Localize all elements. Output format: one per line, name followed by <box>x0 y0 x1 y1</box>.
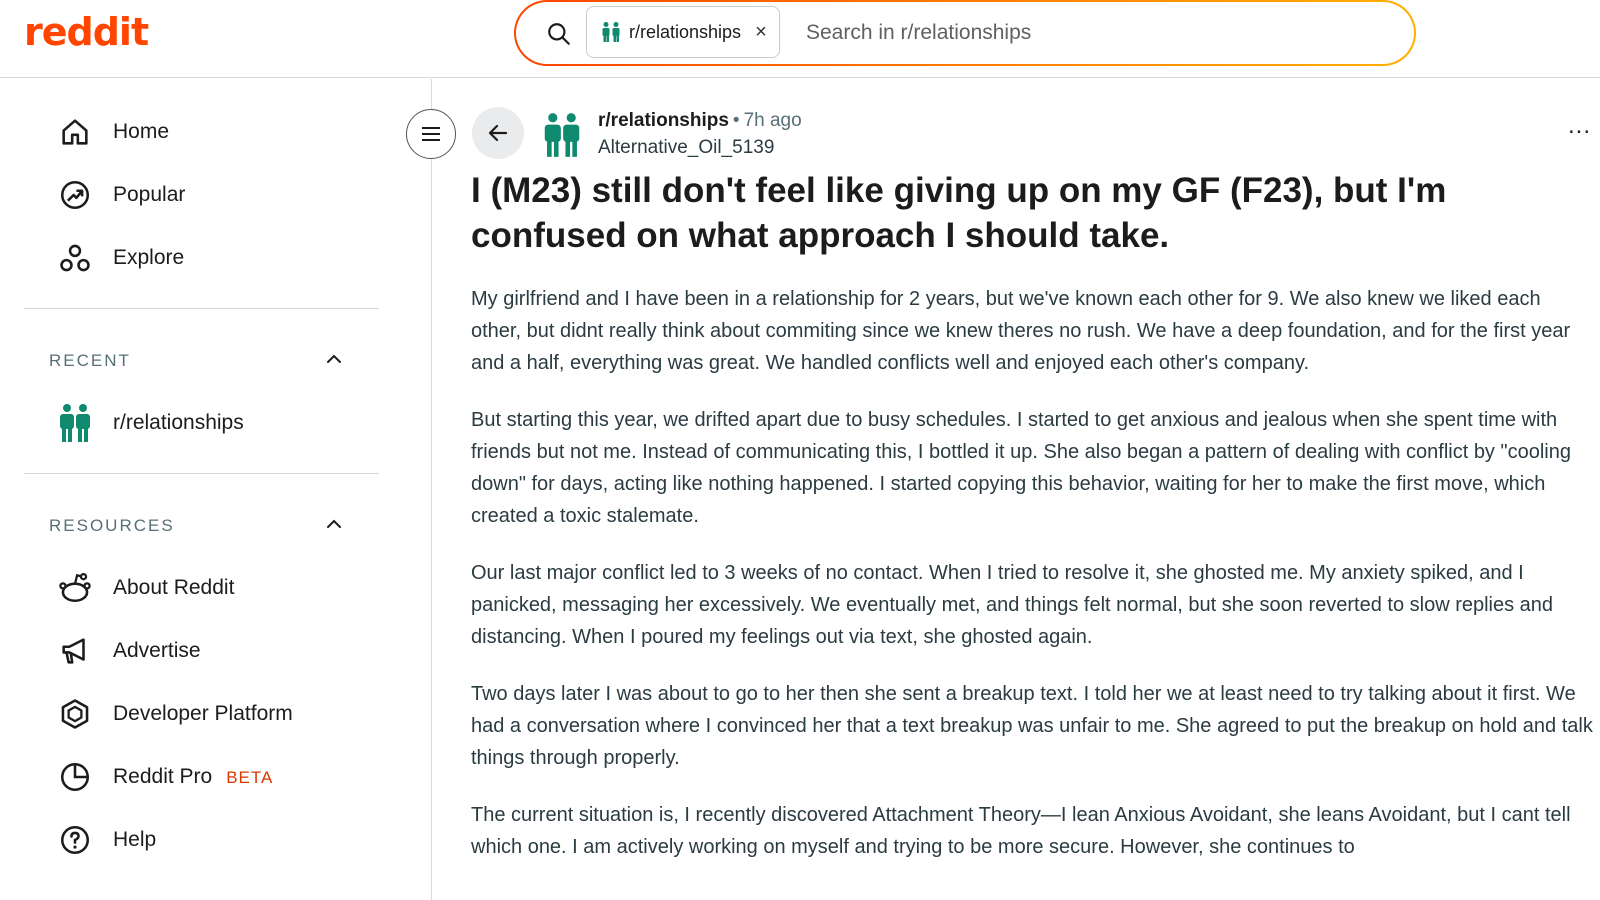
resources-section-title: RESOURCES <box>49 516 175 535</box>
post-paragraph: My girlfriend and I have been in a relat… <box>471 288 1571 374</box>
post-paragraph: The current situation is, I recently dis… <box>471 804 1571 858</box>
left-sidebar: Home Popular Explore RECENT r/relationsh… <box>0 79 432 900</box>
home-icon <box>62 119 88 145</box>
chevron-up-icon[interactable] <box>322 347 346 371</box>
sidebar-item-label: Help <box>113 828 157 851</box>
search-scope-chip[interactable]: r/relationships × <box>586 6 780 58</box>
post-paragraph: Our last major conflict led to 3 weeks o… <box>471 562 1554 648</box>
post-time: 7h ago <box>743 110 802 131</box>
pro-icon <box>60 762 90 792</box>
sidebar-item-label: Home <box>113 120 170 143</box>
sidebar-item-advertise[interactable]: Advertise <box>0 621 380 681</box>
top-header: reddit r/relationships × <box>0 0 1600 78</box>
megaphone-icon <box>62 638 85 664</box>
search-bar[interactable]: r/relationships × <box>514 0 1416 66</box>
post-body: My girlfriend and I have been in a relat… <box>471 283 1596 888</box>
reddit-alien-icon <box>59 572 91 603</box>
developer-icon <box>61 699 89 729</box>
post-meta: r/relationships • 7h ago <box>598 110 802 132</box>
sidebar-item-label: Advertise <box>113 639 201 662</box>
recent-section-title: RECENT <box>49 351 131 370</box>
post-title: I (M23) still don't feel like giving up … <box>471 171 1447 255</box>
post-paragraph: Two days later I was about to go to her … <box>471 683 1593 769</box>
hamburger-icon <box>422 127 440 141</box>
reddit-pro-label: Reddit Pro <box>113 765 213 788</box>
sidebar-divider <box>24 473 379 474</box>
subreddit-avatar[interactable] <box>540 112 584 158</box>
sidebar-item-home[interactable]: Home <box>0 102 380 162</box>
reddit-logo[interactable]: reddit <box>24 10 149 54</box>
sidebar-item-label: Popular <box>113 183 186 206</box>
help-icon <box>60 825 90 855</box>
popular-icon <box>60 180 90 210</box>
subreddit-icon <box>602 22 620 42</box>
search-chip-label: r/relationships <box>629 21 742 42</box>
sidebar-item-about-reddit[interactable]: About Reddit <box>0 558 380 618</box>
post-subreddit-link[interactable]: r/relationships <box>598 110 729 131</box>
close-icon[interactable]: × <box>755 21 767 44</box>
search-input[interactable] <box>806 14 1366 52</box>
sidebar-item-developer-platform[interactable]: Developer Platform <box>0 684 380 744</box>
beta-badge: BETA <box>226 768 274 787</box>
sidebar-item-reddit-pro[interactable]: Reddit Pro BETA <box>0 747 380 807</box>
arrow-left-icon <box>488 124 508 142</box>
sidebar-item-label: Developer Platform <box>113 702 293 725</box>
sidebar-item-label: r/relationships <box>113 411 244 434</box>
sidebar-item-label: Reddit Pro BETA <box>113 765 273 789</box>
sidebar-item-label: About Reddit <box>113 576 235 599</box>
sidebar-item-explore[interactable]: Explore <box>0 228 380 288</box>
search-icon <box>548 23 570 45</box>
meta-separator: • <box>732 110 740 131</box>
subreddit-icon <box>60 404 90 442</box>
explore-icon <box>60 244 90 272</box>
chevron-up-icon[interactable] <box>322 512 346 536</box>
post-paragraph: But starting this year, we drifted apart… <box>471 409 1571 527</box>
sidebar-item-help[interactable]: Help <box>0 810 380 870</box>
menu-toggle-button[interactable] <box>406 109 456 159</box>
sidebar-item-popular[interactable]: Popular <box>0 165 380 225</box>
sidebar-item-r-relationships[interactable]: r/relationships <box>0 393 380 453</box>
more-options-button[interactable]: ... <box>1568 112 1591 140</box>
sidebar-divider <box>24 308 379 309</box>
sidebar-item-label: Explore <box>113 246 185 269</box>
back-button[interactable] <box>472 107 524 159</box>
post-author[interactable]: Alternative_Oil_5139 <box>598 137 774 159</box>
